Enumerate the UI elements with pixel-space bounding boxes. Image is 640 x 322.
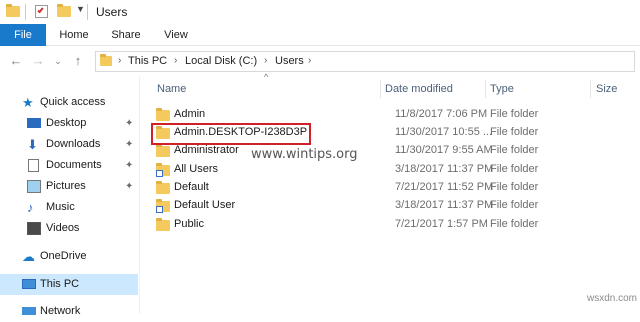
column-header-name[interactable]: Name xyxy=(157,83,186,95)
tab-home[interactable]: Home xyxy=(56,24,92,46)
address-row: ← → ⌄ ↑ › This PC › Local Disk (C:) › Us… xyxy=(0,46,640,76)
chevron-right-icon[interactable]: › xyxy=(308,55,311,66)
folder-shortcut-icon xyxy=(156,199,170,213)
nav-item-desktop[interactable]: Desktop ✦ xyxy=(0,113,138,134)
folder-icon xyxy=(156,108,170,121)
pictures-icon xyxy=(27,180,41,193)
new-folder-icon[interactable] xyxy=(57,4,71,17)
nav-item-downloads[interactable]: ⬇ Downloads ✦ xyxy=(0,134,138,155)
folder-icon xyxy=(156,218,170,231)
tab-file[interactable]: File xyxy=(0,24,46,46)
back-arrow-icon[interactable]: ← xyxy=(8,53,24,69)
star-icon: ★ xyxy=(22,95,34,110)
up-arrow-icon[interactable]: ↑ xyxy=(70,53,86,69)
column-divider[interactable] xyxy=(590,80,591,98)
breadcrumb-this-pc[interactable]: This PC xyxy=(128,55,167,67)
folder-icon xyxy=(156,144,170,157)
music-icon: ♪ xyxy=(27,200,34,215)
nav-item-videos[interactable]: Videos xyxy=(0,218,138,239)
breadcrumb-local-disk[interactable]: Local Disk (C:) xyxy=(185,55,257,67)
sort-ascending-icon: ^ xyxy=(264,72,269,82)
nav-item-documents[interactable]: Documents ✦ xyxy=(0,155,138,176)
divider xyxy=(87,4,88,20)
navigation-pane: ★ Quick access Desktop ✦ ⬇ Downloads ✦ D… xyxy=(0,76,140,317)
documents-icon xyxy=(28,159,39,172)
divider xyxy=(25,4,26,20)
window-title: Users xyxy=(96,5,128,19)
folder-icon xyxy=(100,54,112,66)
column-divider[interactable] xyxy=(485,80,486,98)
cloud-icon: ☁ xyxy=(22,249,35,264)
tab-share[interactable]: Share xyxy=(108,24,144,46)
list-item[interactable]: Default User 3/18/2017 11:37 PM File fol… xyxy=(151,196,621,215)
pin-icon[interactable]: ✦ xyxy=(125,176,133,197)
folder-icon xyxy=(6,4,20,17)
title-bar: ▼ Users xyxy=(0,0,640,24)
column-header-date[interactable]: Date modified xyxy=(385,83,453,95)
list-item[interactable]: Public 7/21/2017 1:57 PM File folder xyxy=(151,215,621,234)
corner-watermark: wsxdn.com xyxy=(587,293,638,304)
properties-icon[interactable] xyxy=(35,5,48,18)
ribbon: File Home Share View xyxy=(0,24,640,46)
pin-icon[interactable]: ✦ xyxy=(125,113,133,134)
nav-item-pictures[interactable]: Pictures ✦ xyxy=(0,176,138,197)
pin-icon[interactable]: ✦ xyxy=(125,134,133,155)
customize-toolbar-icon[interactable]: ▼ xyxy=(76,4,85,14)
file-list: ^ Name Date modified Type Size Admin 11/… xyxy=(141,72,640,314)
videos-icon xyxy=(27,222,41,235)
address-bar[interactable]: › This PC › Local Disk (C:) › Users › xyxy=(95,51,635,72)
highlight-box xyxy=(151,123,311,145)
chevron-right-icon[interactable]: › xyxy=(264,55,267,66)
tab-view[interactable]: View xyxy=(158,24,194,46)
chevron-right-icon[interactable]: › xyxy=(174,55,177,66)
computer-icon xyxy=(22,279,36,289)
forward-arrow-icon[interactable]: → xyxy=(30,53,46,69)
list-item[interactable]: Default 7/21/2017 11:52 PM File folder xyxy=(151,178,621,197)
column-header-size[interactable]: Size xyxy=(596,83,617,95)
watermark: www.wintips.org xyxy=(251,147,358,162)
column-divider[interactable] xyxy=(380,80,381,98)
nav-item-quick-access[interactable]: ★ Quick access xyxy=(0,92,138,113)
folder-shortcut-icon xyxy=(156,163,170,177)
desktop-icon xyxy=(27,118,41,128)
nav-item-this-pc[interactable]: This PC xyxy=(0,274,138,295)
folder-icon xyxy=(156,181,170,194)
list-item[interactable]: All Users 3/18/2017 11:37 PM File folder xyxy=(151,160,621,179)
recent-locations-icon[interactable]: ⌄ xyxy=(50,53,66,69)
download-icon: ⬇ xyxy=(27,137,38,152)
chevron-right-icon[interactable]: › xyxy=(118,55,121,66)
nav-item-onedrive[interactable]: ☁ OneDrive xyxy=(0,246,138,267)
nav-item-music[interactable]: ♪ Music xyxy=(0,197,138,218)
breadcrumb-users[interactable]: Users xyxy=(275,55,304,67)
list-item[interactable]: Admin 11/8/2017 7:06 PM File folder xyxy=(151,105,621,124)
pin-icon[interactable]: ✦ xyxy=(125,155,133,176)
column-header-type[interactable]: Type xyxy=(490,83,514,95)
nav-item-network[interactable]: Network xyxy=(0,301,138,322)
